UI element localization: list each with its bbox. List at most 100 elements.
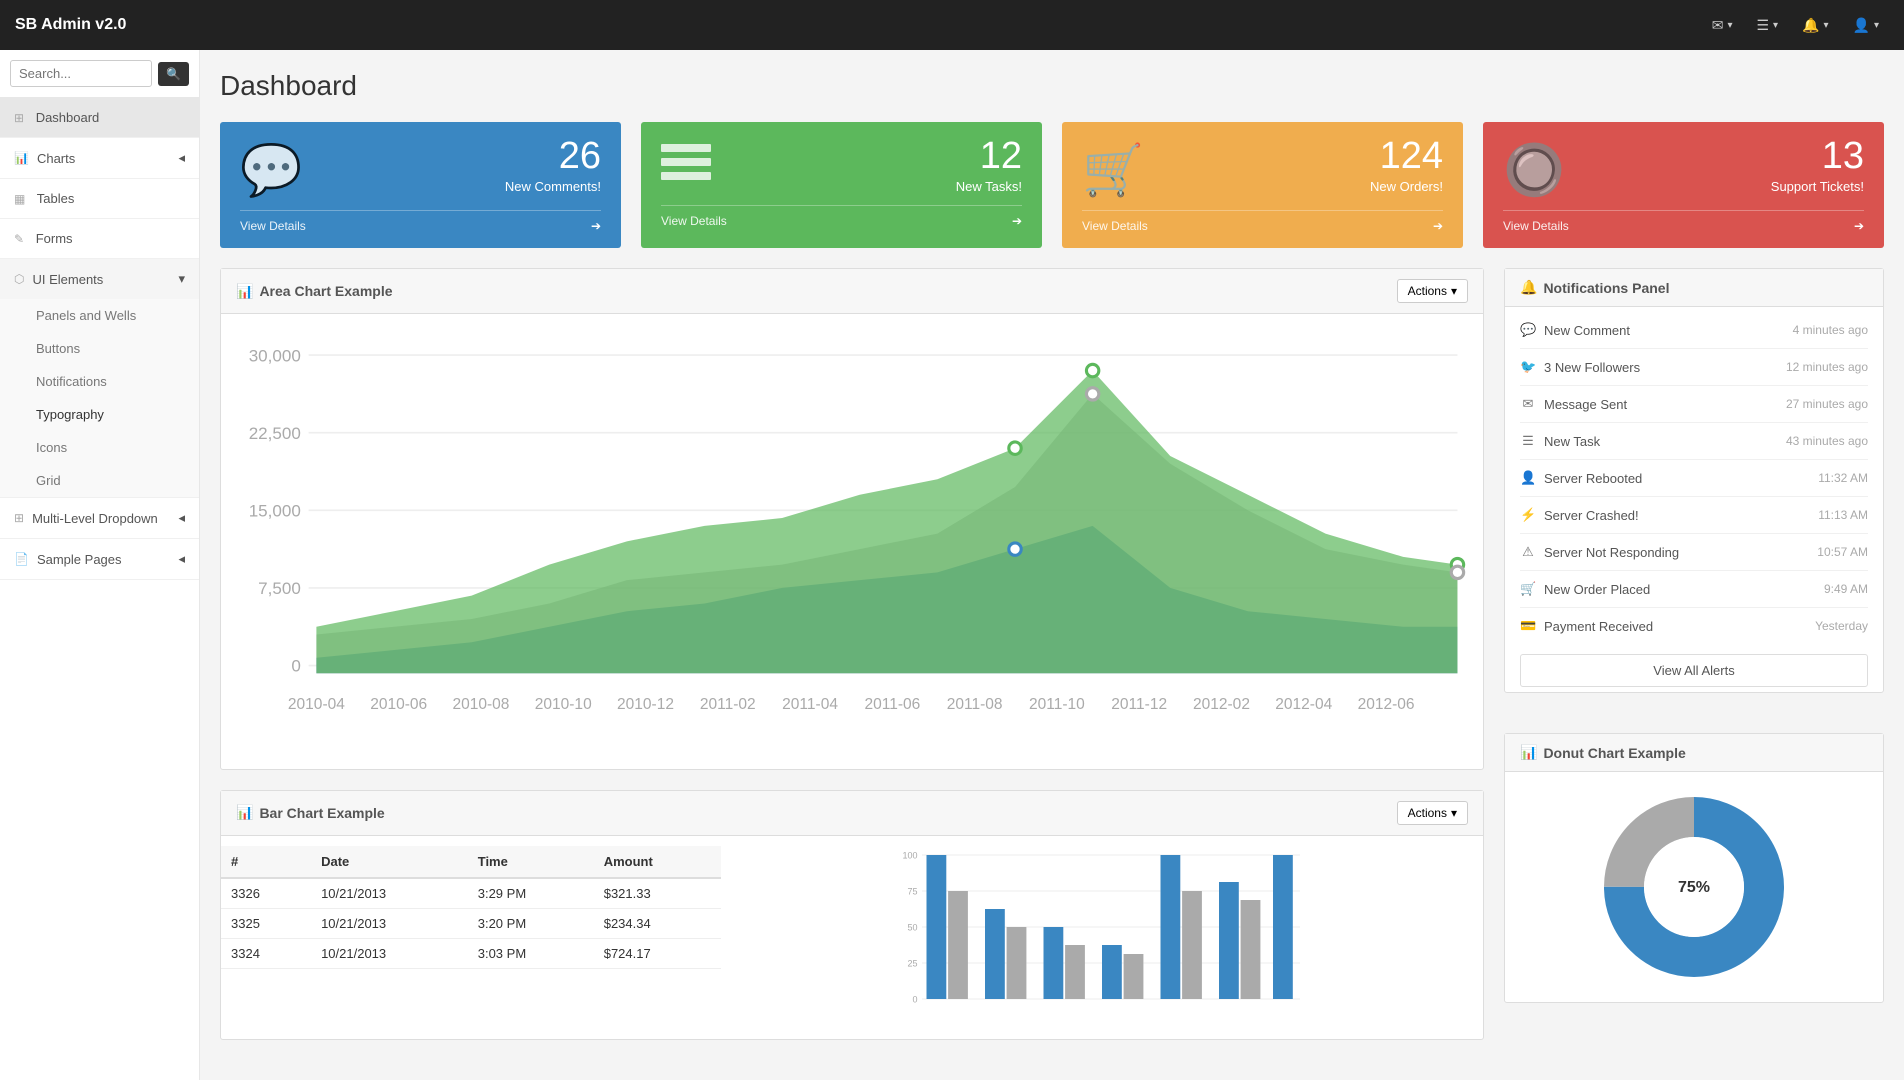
actions-caret-icon: ▾ (1451, 284, 1457, 298)
submenu-item-buttons[interactable]: Buttons (0, 332, 199, 365)
user-caret: ▾ (1874, 20, 1879, 31)
sidebar-item-dashboard[interactable]: ⊞ Dashboard (0, 98, 199, 138)
orders-view-details-link[interactable]: View Details (1082, 219, 1148, 233)
support-view-details-link[interactable]: View Details (1503, 219, 1569, 233)
ui-elements-icon: ⬡ (14, 272, 24, 286)
area-chart-panel: 📊 Area Chart Example Actions ▾ (220, 268, 1484, 770)
bar-chart-panel: 📊 Bar Chart Example Actions ▾ (220, 790, 1484, 1040)
comments-number: 26 (505, 137, 601, 175)
svg-text:30,000: 30,000 (249, 346, 301, 365)
notifications-panel: 🔔 Notifications Panel 💬 New Comment (1504, 268, 1884, 693)
notifications-title: 🔔 Notifications Panel (1520, 279, 1669, 296)
comments-view-details-link[interactable]: View Details (240, 219, 306, 233)
server-crash-icon: ⚡ (1520, 507, 1536, 523)
payment-icon: 💳 (1520, 618, 1536, 634)
svg-text:2012-02: 2012-02 (1193, 696, 1250, 713)
submenu-item-grid[interactable]: Grid (0, 464, 199, 497)
table-row: 3326 10/21/2013 3:29 PM $321.33 (221, 878, 721, 909)
page-wrapper: 🔍 ⊞ Dashboard 📊 Charts ◂ (0, 50, 1904, 1080)
sample-pages-caret: ◂ (178, 551, 185, 567)
submenu-item-typography[interactable]: Typography (0, 398, 199, 431)
search-button[interactable]: 🔍 (158, 62, 189, 86)
right-column: 🔔 Notifications Panel 💬 New Comment (1504, 268, 1884, 1060)
sidebar-item-charts[interactable]: 📊 Charts ◂ (0, 138, 199, 179)
area-chart-svg: 30,000 22,500 15,000 7,500 0 (231, 324, 1473, 759)
stat-card-support: 🔘 13 Support Tickets! View Details ➔ (1483, 122, 1884, 248)
sidebar-item-forms[interactable]: ✎ Forms (0, 219, 199, 259)
multilevel-icon: ⊞ (14, 511, 24, 525)
view-all-alerts-btn[interactable]: View All Alerts (1520, 654, 1868, 687)
alerts-caret: ▾ (1824, 20, 1829, 31)
donut-chart-svg: 75% (1594, 787, 1794, 987)
svg-text:2011-04: 2011-04 (782, 696, 838, 713)
donut-chart-body: 75% (1505, 772, 1883, 1002)
user-icon: 👤 (1853, 17, 1870, 34)
submenu-item-panels[interactable]: Panels and Wells (0, 299, 199, 332)
col-header-amount: Amount (594, 846, 721, 878)
area-chart-title: 📊 Area Chart Example (236, 283, 393, 300)
user-btn[interactable]: 👤 ▾ (1843, 11, 1889, 40)
sidebar-item-tables[interactable]: ▦ Tables (0, 179, 199, 219)
svg-text:75%: 75% (1678, 879, 1710, 896)
sidebar-item-ui-elements[interactable]: ⬡ UI Elements ▾ Panels and Wells Buttons… (0, 259, 199, 498)
list-item: ⚠ Server Not Responding 10:57 AM (1520, 534, 1868, 571)
tasks-view-details-link[interactable]: View Details (661, 214, 727, 228)
svg-text:100: 100 (902, 850, 917, 860)
stat-card-orders: 🛒 124 New Orders! View Details ➔ (1062, 122, 1463, 248)
alerts-btn[interactable]: 🔔 ▾ (1792, 11, 1838, 40)
tasks-card-icon (661, 141, 711, 195)
comment-icon: 💬 (1520, 322, 1536, 338)
list-item: ✉ Message Sent 27 minutes ago (1520, 386, 1868, 423)
notifications-list: 💬 New Comment 4 minutes ago 🐦 3 New Foll… (1520, 312, 1868, 644)
message-icon: ✉ (1520, 396, 1536, 412)
search-input[interactable] (10, 60, 152, 87)
list-item: 🛒 New Order Placed 9:49 AM (1520, 571, 1868, 608)
support-label: Support Tickets! (1771, 179, 1864, 194)
bar-chart-svg: 100 75 50 25 0 (731, 846, 1473, 1026)
svg-text:2012-06: 2012-06 (1358, 696, 1415, 713)
sidebar-item-multilevel[interactable]: ⊞ Multi-Level Dropdown ◂ (0, 498, 199, 539)
tables-icon: ▦ (14, 192, 25, 206)
order-icon: 🛒 (1520, 581, 1536, 597)
table-row: 3325 10/21/2013 3:20 PM $234.34 (221, 908, 721, 938)
comments-label: New Comments! (505, 179, 601, 194)
svg-text:2010-06: 2010-06 (370, 696, 427, 713)
followers-icon: 🐦 (1520, 359, 1536, 375)
submenu-item-icons[interactable]: Icons (0, 431, 199, 464)
sidebar-item-sample-pages[interactable]: 📄 Sample Pages ◂ (0, 539, 199, 580)
bar-chart-table-section: # Date Time Amount 3326 (221, 836, 721, 1039)
support-arrow-icon: ➔ (1854, 219, 1864, 233)
svg-text:2010-12: 2010-12 (617, 696, 674, 713)
svg-text:75: 75 (907, 886, 917, 896)
tasks-caret: ▾ (1773, 20, 1778, 31)
messages-btn[interactable]: ✉ ▾ (1702, 11, 1743, 40)
area-chart-actions-btn[interactable]: Actions ▾ (1397, 279, 1468, 303)
bar-chart-actions-btn[interactable]: Actions ▾ (1397, 801, 1468, 825)
list-item: 👤 Server Rebooted 11:32 AM (1520, 460, 1868, 497)
list-item: 🐦 3 New Followers 12 minutes ago (1520, 349, 1868, 386)
bar-chart-icon: 📊 (236, 804, 253, 821)
bar-chart-heading: 📊 Bar Chart Example Actions ▾ (221, 791, 1483, 836)
sidebar-search-container: 🔍 (0, 50, 199, 98)
svg-text:2011-02: 2011-02 (700, 696, 756, 713)
svg-text:2010-10: 2010-10 (535, 696, 592, 713)
stat-cards: 💬 26 New Comments! View Details ➔ (220, 122, 1884, 248)
charts-caret: ◂ (178, 150, 185, 166)
search-icon: 🔍 (166, 67, 181, 81)
svg-text:2010-08: 2010-08 (452, 696, 509, 713)
donut-chart-panel: 📊 Donut Chart Example 75% (1504, 733, 1884, 1003)
svg-text:22,500: 22,500 (249, 424, 301, 443)
svg-text:50: 50 (907, 922, 917, 932)
col-header-hash: # (221, 846, 311, 878)
forms-icon: ✎ (14, 232, 24, 246)
tasks-btn[interactable]: ☰ ▾ (1746, 11, 1788, 40)
submenu-item-notifications[interactable]: Notifications (0, 365, 199, 398)
main-content: Dashboard 💬 26 New Comments! View Detail… (200, 50, 1904, 1080)
navbar: SB Admin v2.0 ✉ ▾ ☰ ▾ 🔔 ▾ 👤 ▾ (0, 0, 1904, 50)
table-row: 3324 10/21/2013 3:03 PM $724.17 (221, 938, 721, 968)
orders-number: 124 (1370, 137, 1443, 175)
list-item: 💳 Payment Received Yesterday (1520, 608, 1868, 644)
col-header-time: Time (468, 846, 594, 878)
donut-chart-title: 📊 Donut Chart Example (1520, 744, 1686, 761)
bar-chart-title: 📊 Bar Chart Example (236, 804, 385, 821)
